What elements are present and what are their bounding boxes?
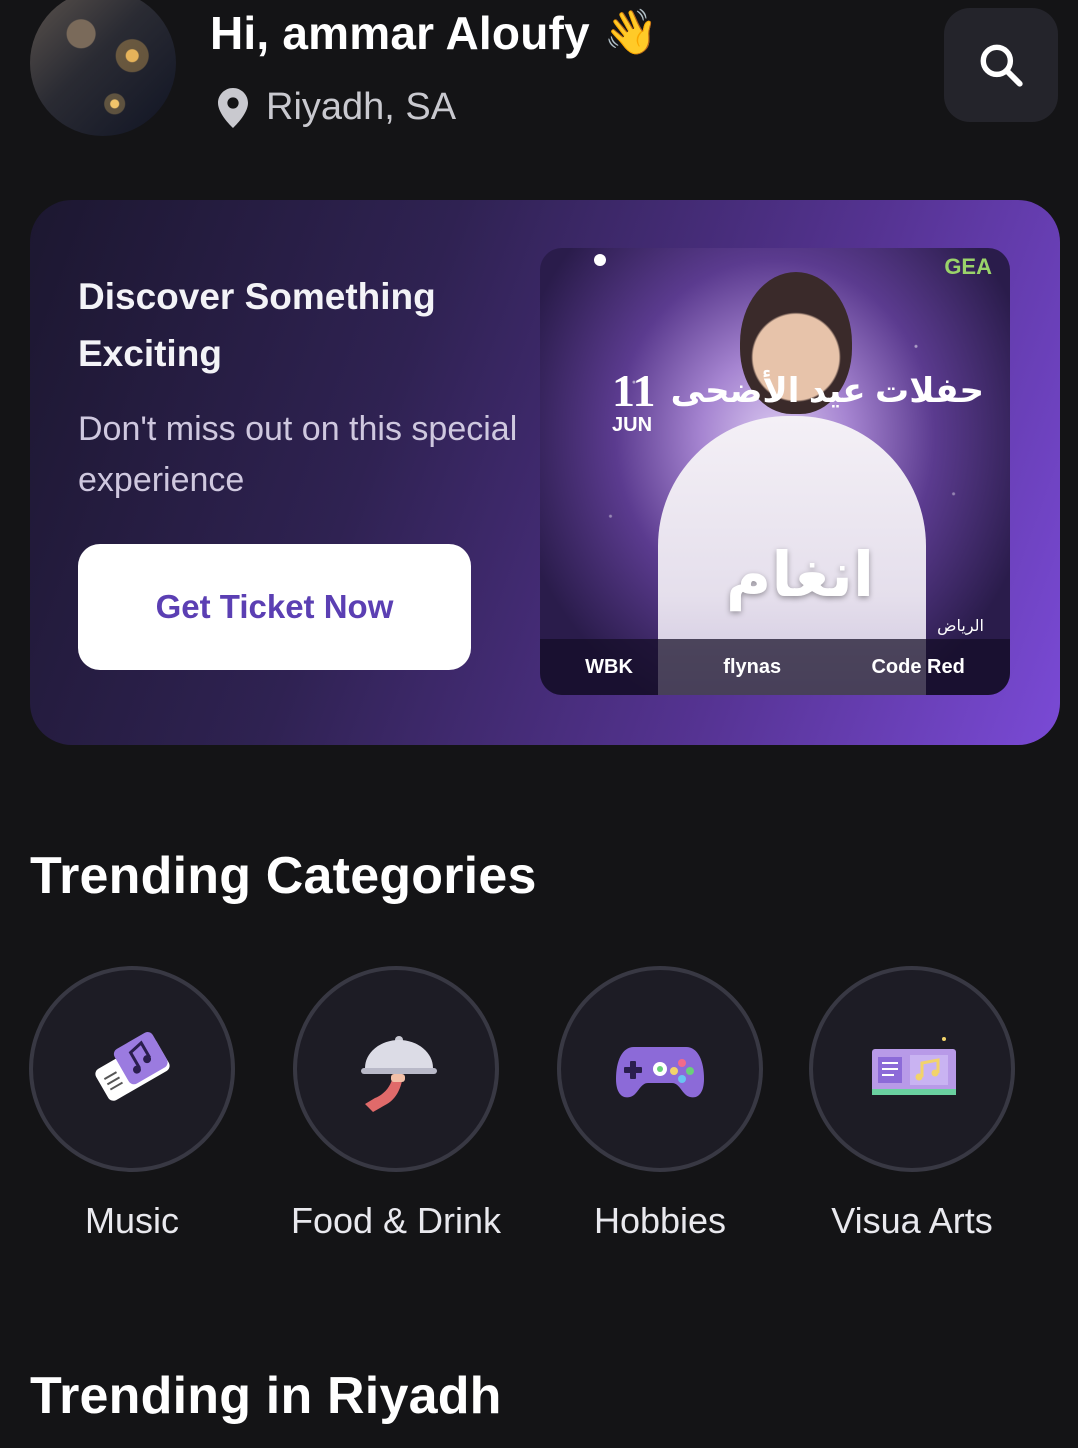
location-label: Riyadh, SA	[266, 86, 457, 128]
poster-logo-icon	[594, 254, 606, 266]
home-screen: Hi, ammar Aloufy 👋 Riyadh, SA Discover S…	[0, 0, 1078, 1448]
category-hobbies[interactable]: Hobbies	[530, 966, 790, 1242]
avatar[interactable]	[30, 0, 176, 136]
greeting-text: Hi, ammar Aloufy	[210, 7, 590, 59]
event-poster[interactable]: GEA 11 JUN حفلات عيد الأضحى انغام الرياض…	[540, 248, 1010, 695]
category-icon-circle[interactable]	[293, 966, 499, 1172]
trending-city-title: Trending in Riyadh	[30, 1367, 502, 1425]
poster-corner-logo: GEA	[944, 254, 992, 279]
promo-banner[interactable]: Discover Something Exciting Don't miss o…	[30, 200, 1060, 745]
banner-subtitle: Don't miss out on this special experienc…	[78, 410, 518, 499]
food-cloche-icon	[361, 1036, 437, 1112]
search-button[interactable]	[944, 8, 1058, 122]
get-ticket-button[interactable]: Get Ticket Now	[78, 544, 471, 670]
poster-main-title: انغام	[725, 541, 875, 610]
poster-date-day: 11	[612, 365, 656, 416]
poster-sponsors: WBK flynas Code Red	[540, 639, 1010, 695]
category-label: Music	[84, 1200, 179, 1241]
poster-side-title: حفلات عيد الأضحى	[670, 372, 984, 410]
banner-title: Discover Something Exciting	[78, 276, 436, 374]
wave-hand-icon: 👋	[603, 8, 659, 57]
poster-date-month: JUN	[612, 414, 653, 436]
category-visual-arts[interactable]: Visua Arts	[782, 966, 1042, 1242]
music-ticket-icon	[95, 1032, 170, 1101]
location-pin-icon	[218, 87, 248, 128]
art-board-icon	[872, 1037, 956, 1095]
category-label: Hobbies	[593, 1200, 727, 1241]
sponsor-logo: Code Red	[871, 655, 965, 678]
poster-city: الرياض	[937, 618, 984, 635]
category-icon-circle[interactable]	[809, 966, 1015, 1172]
category-icon-circle[interactable]	[29, 966, 235, 1172]
category-food-drink[interactable]: Food & Drink	[266, 966, 526, 1242]
category-music[interactable]: Music	[2, 966, 262, 1242]
search-icon	[980, 44, 1023, 87]
greeting: Hi, ammar Aloufy 👋	[210, 6, 659, 60]
location[interactable]: Riyadh, SA	[218, 86, 456, 129]
category-label: Visua Arts	[831, 1200, 993, 1241]
sponsor-logo: WBK	[585, 655, 633, 678]
category-label: Food & Drink	[290, 1200, 502, 1241]
sponsor-logo: flynas	[723, 655, 782, 678]
trending-categories-title: Trending Categories	[30, 847, 537, 905]
gamepad-icon	[616, 1047, 704, 1098]
category-icon-circle[interactable]	[557, 966, 763, 1172]
